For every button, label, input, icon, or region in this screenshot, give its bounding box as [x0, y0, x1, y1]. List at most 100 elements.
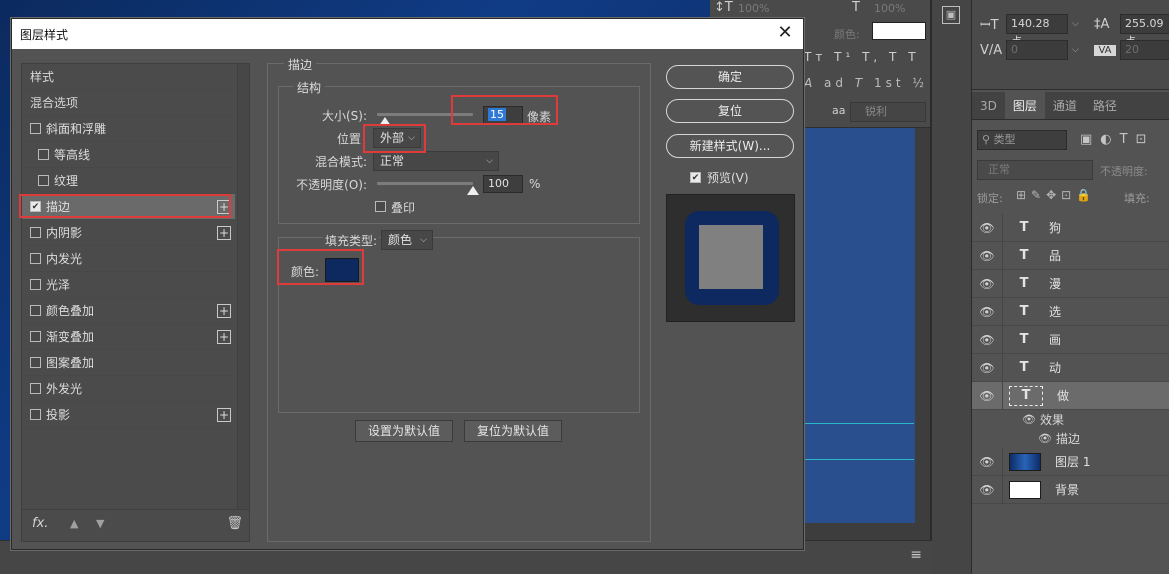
tab-0[interactable]: 3D [972, 92, 1005, 119]
tab-3[interactable]: 路径 [1085, 92, 1125, 119]
text-style-icons[interactable]: Tт T¹ T, T T [804, 50, 920, 64]
style-checkbox[interactable] [30, 123, 41, 134]
blend-mode-select[interactable]: 正常 ⌵ [373, 151, 499, 171]
character-panel-icon[interactable]: ▣ [942, 6, 960, 24]
style-checkbox[interactable] [30, 253, 41, 264]
style-item[interactable]: 投影 + [22, 402, 235, 428]
layer-row[interactable]: 👁 T 狗 [972, 213, 1169, 242]
layer-row[interactable]: 👁 T 动 [972, 353, 1169, 382]
style-item[interactable]: 纹理 [22, 168, 235, 194]
eye-icon[interactable]: 👁 [972, 483, 1002, 497]
style-checkbox[interactable] [30, 331, 41, 342]
style-item-label: 斜面和浮雕 [46, 121, 107, 136]
overprint-checkbox[interactable] [375, 201, 386, 212]
kerning-field[interactable]: 0 [1006, 40, 1068, 60]
chevron-down-icon[interactable]: ⌵ [1072, 19, 1082, 29]
eye-icon[interactable]: 👁 [1022, 413, 1036, 426]
style-checkbox[interactable] [30, 383, 41, 394]
styles-header[interactable]: 样式 [22, 64, 235, 90]
add-icon[interactable]: + [217, 226, 231, 240]
style-item[interactable]: 图案叠加 [22, 350, 235, 376]
move-down-icon[interactable]: ▼ [96, 517, 104, 530]
layer-row[interactable]: 👁 图层 1 [972, 447, 1169, 476]
set-default-button[interactable]: 设置为默认值 [355, 420, 453, 442]
style-item[interactable]: 斜面和浮雕 [22, 116, 235, 142]
style-item[interactable]: 颜色叠加 + [22, 298, 235, 324]
antialias-select[interactable]: 锐利 [850, 102, 926, 122]
font-size-field[interactable]: 140.28 点 [1006, 14, 1068, 48]
style-checkbox[interactable] [30, 305, 41, 316]
style-checkbox[interactable] [30, 357, 41, 368]
opentype-icons[interactable]: 𝘈 ad 𝘛 1st ½ [804, 76, 928, 90]
style-checkbox[interactable] [38, 149, 49, 160]
eye-icon[interactable]: 👁 [972, 305, 1002, 319]
move-up-icon[interactable]: ▲ [70, 517, 78, 530]
reset-button[interactable]: 复位 [666, 99, 794, 123]
close-icon[interactable]: ✕ [775, 23, 795, 43]
tab-1[interactable]: 图层 [1004, 92, 1045, 119]
opacity-input[interactable]: 100 [483, 175, 523, 193]
size-slider-thumb[interactable] [378, 117, 391, 126]
add-icon[interactable]: + [217, 408, 231, 422]
text-layer-icon: T [1019, 220, 1029, 235]
style-checkbox[interactable] [30, 227, 41, 238]
eye-icon[interactable]: 👁 [972, 333, 1002, 347]
style-item[interactable]: 光泽 [22, 272, 235, 298]
eye-icon[interactable]: 👁 [972, 389, 1002, 403]
filter-icons[interactable]: ▣◐T⊡ [1080, 132, 1154, 147]
leading-field[interactable]: 255.09 点 [1120, 14, 1169, 48]
preview-checkbox[interactable]: ✔ [690, 172, 701, 183]
add-icon[interactable]: + [217, 304, 231, 318]
size-input[interactable]: 15 [483, 106, 523, 124]
chevron-down-icon[interactable]: ⌵ [1072, 45, 1082, 55]
new-style-button[interactable]: 新建样式(W)... [666, 134, 794, 158]
preview-toggle[interactable]: ✔ 预览(V) [690, 169, 749, 186]
size-slider-track[interactable] [377, 113, 473, 116]
layer-row[interactable]: 👁 T 漫 [972, 269, 1169, 298]
fill-type-select[interactable]: 颜色 ⌵ [381, 230, 433, 250]
add-icon[interactable]: + [217, 330, 231, 344]
styles-scrollbar[interactable] [237, 64, 249, 510]
position-select[interactable]: 外部 ⌵ [373, 128, 421, 148]
tab-2[interactable]: 通道 [1045, 92, 1085, 119]
style-item[interactable]: ✔ 描边 + [22, 194, 235, 220]
add-icon[interactable]: + [217, 200, 231, 214]
layer-row[interactable]: 👁 背景 [972, 475, 1169, 504]
layer-effect-row[interactable]: 👁 描边 [972, 429, 1169, 448]
style-checkbox[interactable] [38, 175, 49, 186]
style-item[interactable]: 渐变叠加 + [22, 324, 235, 350]
layer-row[interactable]: 👁 T 做 [972, 381, 1169, 410]
layer-divider [1002, 241, 1003, 270]
eye-icon[interactable]: 👁 [972, 221, 1002, 235]
eye-icon[interactable]: 👁 [972, 249, 1002, 263]
eye-icon[interactable]: 👁 [972, 455, 1002, 469]
tracking-field[interactable]: 20 [1120, 40, 1169, 60]
blend-options-item[interactable]: 混合选项 [22, 90, 235, 116]
style-item[interactable]: 内阴影 + [22, 220, 235, 246]
opacity-slider-thumb[interactable] [467, 186, 479, 195]
eye-icon[interactable]: 👁 [972, 277, 1002, 291]
opacity-slider-track[interactable] [377, 182, 473, 185]
layer-effect-row[interactable]: 👁 效果 [972, 410, 1169, 429]
style-item[interactable]: 等高线 [22, 142, 235, 168]
layer-row[interactable]: 👁 T 画 [972, 325, 1169, 354]
fx-icon[interactable]: fx. [32, 516, 48, 531]
layer-filter-select[interactable]: ⚲ 类型 [977, 130, 1067, 150]
layer-row[interactable]: 👁 T 选 [972, 297, 1169, 326]
style-item[interactable]: 外发光 [22, 376, 235, 402]
lock-icons[interactable]: ⊞✎✥⊡🔒 [1016, 188, 1096, 202]
text-color-swatch[interactable] [872, 22, 926, 40]
ok-button[interactable]: 确定 [666, 65, 794, 89]
reset-default-button[interactable]: 复位为默认值 [464, 420, 562, 442]
eye-icon[interactable]: 👁 [972, 361, 1002, 375]
panel-menu-icon[interactable]: ≡ [910, 547, 922, 563]
style-checkbox[interactable] [30, 279, 41, 290]
layer-blend-select[interactable]: 正常 [977, 160, 1093, 180]
stroke-color-swatch[interactable] [325, 258, 359, 282]
layer-row[interactable]: 👁 T 品 [972, 241, 1169, 270]
style-checkbox[interactable]: ✔ [30, 201, 41, 212]
eye-icon[interactable]: 👁 [1038, 432, 1052, 445]
style-item[interactable]: 内发光 [22, 246, 235, 272]
trash-icon[interactable]: 🗑 [226, 516, 243, 531]
style-checkbox[interactable] [30, 409, 41, 420]
